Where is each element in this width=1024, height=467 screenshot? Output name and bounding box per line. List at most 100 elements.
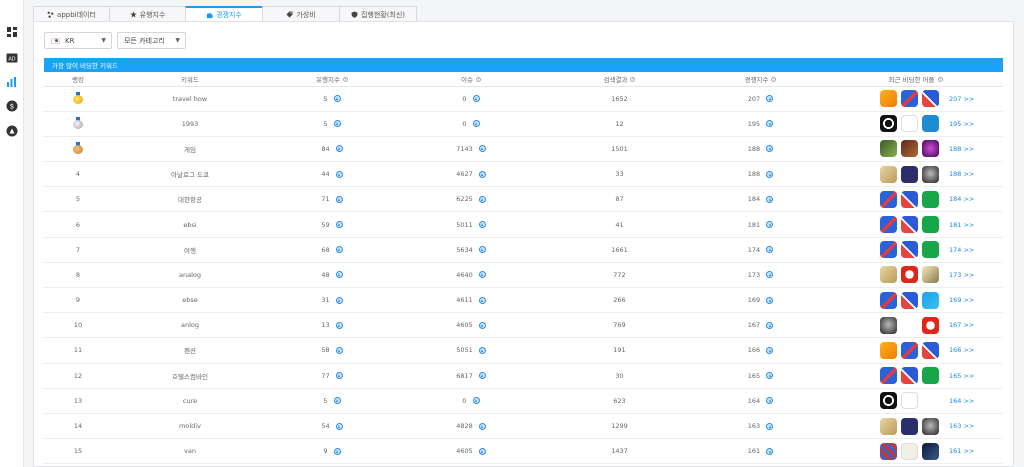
table-row[interactable]: 15 van 9 4605 1437 161 161 >> xyxy=(44,438,1003,465)
keyword-cell[interactable]: 여행 xyxy=(112,237,268,263)
app-icon[interactable] xyxy=(922,291,939,309)
more-apps-link[interactable]: 163 >> xyxy=(949,422,974,430)
app-icon[interactable] xyxy=(901,115,918,133)
app-icon[interactable] xyxy=(901,266,918,284)
app-icon[interactable] xyxy=(922,190,939,208)
keyword-cell[interactable]: 펜션 xyxy=(112,337,268,364)
app-icon[interactable] xyxy=(922,90,939,108)
app-icon[interactable] xyxy=(880,266,897,284)
keyword-cell[interactable]: analog xyxy=(112,262,268,289)
help-icon[interactable]: ? xyxy=(342,77,348,83)
app-icon[interactable] xyxy=(901,165,918,183)
app-icon[interactable] xyxy=(880,140,897,158)
app-icon[interactable] xyxy=(880,165,897,183)
app-icon[interactable] xyxy=(901,341,918,359)
keyword-cell[interactable]: ebse xyxy=(112,287,268,314)
app-icon[interactable] xyxy=(880,241,897,259)
keyword-cell[interactable]: travel how xyxy=(112,86,268,112)
app-icon[interactable] xyxy=(922,266,939,284)
app-icon[interactable] xyxy=(880,442,897,460)
app-icon[interactable] xyxy=(901,190,918,208)
table-row[interactable]: 10 anlog 13 4605 769 167 167 >> xyxy=(44,312,1003,339)
keyword-cell[interactable]: 아날로그 도쿄 xyxy=(112,161,268,188)
more-apps-link[interactable]: 169 >> xyxy=(949,296,974,304)
category-select[interactable]: 모든 카테고리 ▼ xyxy=(117,32,186,49)
table-row[interactable]: 12 호텔스컴바인 77 6817 30 165 165 >> xyxy=(44,363,1003,389)
app-icon[interactable] xyxy=(880,115,897,133)
app-icon[interactable] xyxy=(901,367,918,385)
keyword-cell[interactable]: anlog xyxy=(112,312,268,339)
app-icon[interactable] xyxy=(922,115,939,133)
more-apps-link[interactable]: 181 >> xyxy=(949,221,974,229)
country-select[interactable]: KR ▼ xyxy=(44,32,112,49)
dashboard-icon[interactable] xyxy=(5,25,18,38)
more-apps-link[interactable]: 195 >> xyxy=(949,120,974,128)
more-apps-link[interactable]: 173 >> xyxy=(949,271,974,279)
app-icon[interactable] xyxy=(901,140,918,158)
app-icon[interactable] xyxy=(901,216,918,234)
more-apps-link[interactable]: 165 >> xyxy=(949,372,974,380)
app-icon[interactable] xyxy=(880,216,897,234)
store-icon[interactable] xyxy=(5,124,18,137)
more-apps-link[interactable]: 161 >> xyxy=(949,447,974,455)
app-icon[interactable] xyxy=(922,367,939,385)
app-icon[interactable] xyxy=(922,140,939,158)
app-icon[interactable] xyxy=(901,392,918,410)
app-icon[interactable] xyxy=(901,291,918,309)
table-row[interactable]: 게임 84 7143 1501 188 188 >> xyxy=(44,136,1003,163)
table-row[interactable]: 7 여행 68 5634 1661 174 174 >> xyxy=(44,237,1003,263)
more-apps-link[interactable]: 188 >> xyxy=(949,170,974,178)
ad-icon[interactable]: AD xyxy=(5,51,18,64)
more-apps-link[interactable]: 167 >> xyxy=(949,321,974,329)
table-row[interactable]: travel how 5 0 1652 207 207 >> xyxy=(44,86,1003,112)
help-icon[interactable]: ? xyxy=(937,77,943,83)
more-apps-link[interactable]: 174 >> xyxy=(949,246,974,254)
table-row[interactable]: 13 cure 5 0 623 164 164 >> xyxy=(44,388,1003,414)
app-icon[interactable] xyxy=(880,291,897,309)
app-icon[interactable] xyxy=(880,341,897,359)
keyword-cell[interactable]: 게임 xyxy=(112,136,268,163)
more-apps-link[interactable]: 207 >> xyxy=(949,95,974,103)
app-icon[interactable] xyxy=(901,90,918,108)
app-icon[interactable] xyxy=(922,165,939,183)
tab-competition-index[interactable]: 경쟁지수 xyxy=(185,6,263,22)
chart-icon[interactable] xyxy=(5,75,18,88)
table-row[interactable]: 8 analog 48 4640 772 173 173 >> xyxy=(44,262,1003,289)
more-apps-link[interactable]: 166 >> xyxy=(949,346,974,354)
app-icon[interactable] xyxy=(880,367,897,385)
app-icon[interactable] xyxy=(922,241,939,259)
keyword-cell[interactable]: van xyxy=(112,438,268,465)
more-apps-link[interactable]: 164 >> xyxy=(949,397,974,405)
tab-trend-index[interactable]: 유행지수 xyxy=(109,6,186,22)
table-row[interactable]: 6 ebsi 59 5011 41 181 181 >> xyxy=(44,211,1003,238)
table-row[interactable]: 14 moldiv 54 4828 1299 163 163 >> xyxy=(44,413,1003,440)
more-apps-link[interactable]: 188 >> xyxy=(949,145,974,153)
table-row[interactable]: 5 대한항공 71 6225 87 184 184 >> xyxy=(44,186,1003,213)
table-row[interactable]: 1993 5 0 12 195 195 >> xyxy=(44,111,1003,137)
tab-value[interactable]: 가성비 xyxy=(262,6,340,22)
keyword-cell[interactable]: moldiv xyxy=(112,413,268,440)
help-icon[interactable]: ? xyxy=(630,77,636,83)
app-icon[interactable] xyxy=(901,316,918,334)
app-icon[interactable] xyxy=(901,241,918,259)
keyword-cell[interactable]: ebsi xyxy=(112,211,268,238)
app-icon[interactable] xyxy=(922,417,939,435)
app-icon[interactable] xyxy=(880,417,897,435)
tab-appbi-data[interactable]: appbi데이터 xyxy=(33,6,110,22)
table-row[interactable]: 11 펜션 58 5051 191 166 166 >> xyxy=(44,337,1003,364)
app-icon[interactable] xyxy=(880,90,897,108)
table-row[interactable]: 9 ebse 31 4611 266 169 169 >> xyxy=(44,287,1003,314)
dollar-icon[interactable]: $ xyxy=(5,99,18,112)
app-icon[interactable] xyxy=(922,216,939,234)
app-icon[interactable] xyxy=(901,417,918,435)
keyword-cell[interactable]: 호텔스컴바인 xyxy=(112,363,268,389)
table-row[interactable]: 4 아날로그 도쿄 44 4627 33 188 188 >> xyxy=(44,161,1003,188)
app-icon[interactable] xyxy=(901,442,918,460)
app-icon[interactable] xyxy=(922,341,939,359)
more-apps-link[interactable]: 184 >> xyxy=(949,195,974,203)
tab-execution-status[interactable]: 집행현황(최신) xyxy=(339,6,417,22)
app-icon[interactable] xyxy=(880,316,897,334)
app-icon[interactable] xyxy=(922,442,939,460)
app-icon[interactable] xyxy=(922,392,939,410)
keyword-cell[interactable]: 1993 xyxy=(112,111,268,137)
